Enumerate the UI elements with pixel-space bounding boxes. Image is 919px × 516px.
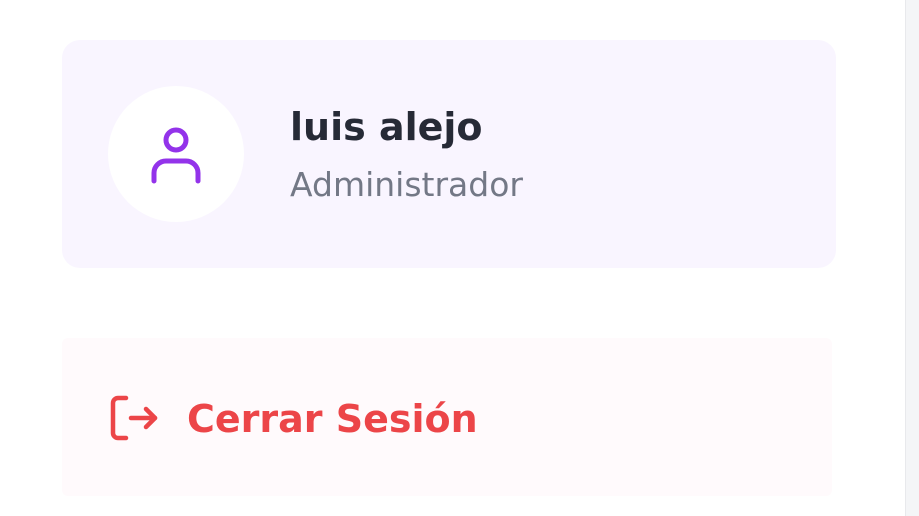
user-name: luis alejo xyxy=(290,105,483,149)
logout-label: Cerrar Sesión xyxy=(187,397,478,441)
user-role: Administrador xyxy=(290,165,523,204)
avatar xyxy=(108,86,244,222)
user-icon xyxy=(151,127,201,184)
user-profile-card: luis alejo Administrador xyxy=(62,40,836,268)
logout-icon xyxy=(110,394,160,442)
logout-button[interactable]: Cerrar Sesión xyxy=(62,338,832,496)
scrollbar[interactable] xyxy=(905,0,919,516)
